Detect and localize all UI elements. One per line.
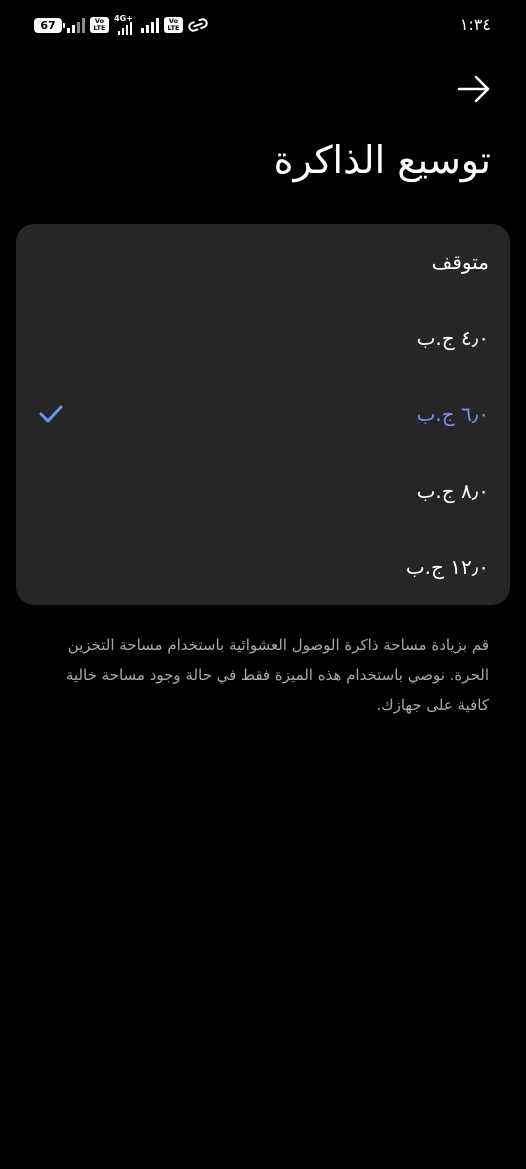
network-4g-icon: 4G+ — [114, 14, 136, 35]
status-time: ١:٣٤ — [459, 15, 491, 34]
signal-strength-icon-2 — [118, 20, 132, 35]
description-text: قم بزيادة مساحة ذاكرة الوصول العشوائية ب… — [65, 636, 489, 714]
battery-icon: 67 — [34, 17, 65, 33]
option-12gb[interactable]: ١٢٫٠ ج.ب — [16, 529, 510, 605]
signal-strength-icon — [67, 17, 85, 33]
page-title: توسيع الذاكرة — [273, 138, 491, 182]
memory-options-list: متوقف ٤٫٠ ج.ب ٦٫٠ ج.ب ٨٫٠ ج.ب ١٢٫٠ ج.ب — [16, 224, 510, 605]
signal-strength-icon-3 — [141, 17, 159, 33]
checkmark-icon — [39, 405, 63, 423]
arrow-right-icon[interactable] — [456, 73, 492, 105]
volte-icon: Vo LTE — [90, 17, 109, 33]
link-icon — [188, 18, 208, 32]
volte-icon-2: Vo LTE — [164, 17, 183, 33]
option-6gb[interactable]: ٦٫٠ ج.ب — [16, 376, 510, 452]
option-label: ١٢٫٠ ج.ب — [405, 554, 489, 579]
option-off[interactable]: متوقف — [16, 224, 510, 300]
option-label: متوقف — [431, 250, 489, 275]
status-bar: 67 Vo LTE 4G+ Vo LTE ١:٣٤ — [0, 0, 526, 50]
option-label: ٦٫٠ ج.ب — [416, 402, 489, 427]
option-4gb[interactable]: ٤٫٠ ج.ب — [16, 300, 510, 376]
status-icons: 67 Vo LTE 4G+ Vo LTE — [34, 14, 208, 35]
option-8gb[interactable]: ٨٫٠ ج.ب — [16, 453, 510, 529]
battery-level: 67 — [40, 18, 56, 32]
option-label: ٤٫٠ ج.ب — [416, 326, 489, 351]
option-label: ٨٫٠ ج.ب — [416, 478, 489, 503]
